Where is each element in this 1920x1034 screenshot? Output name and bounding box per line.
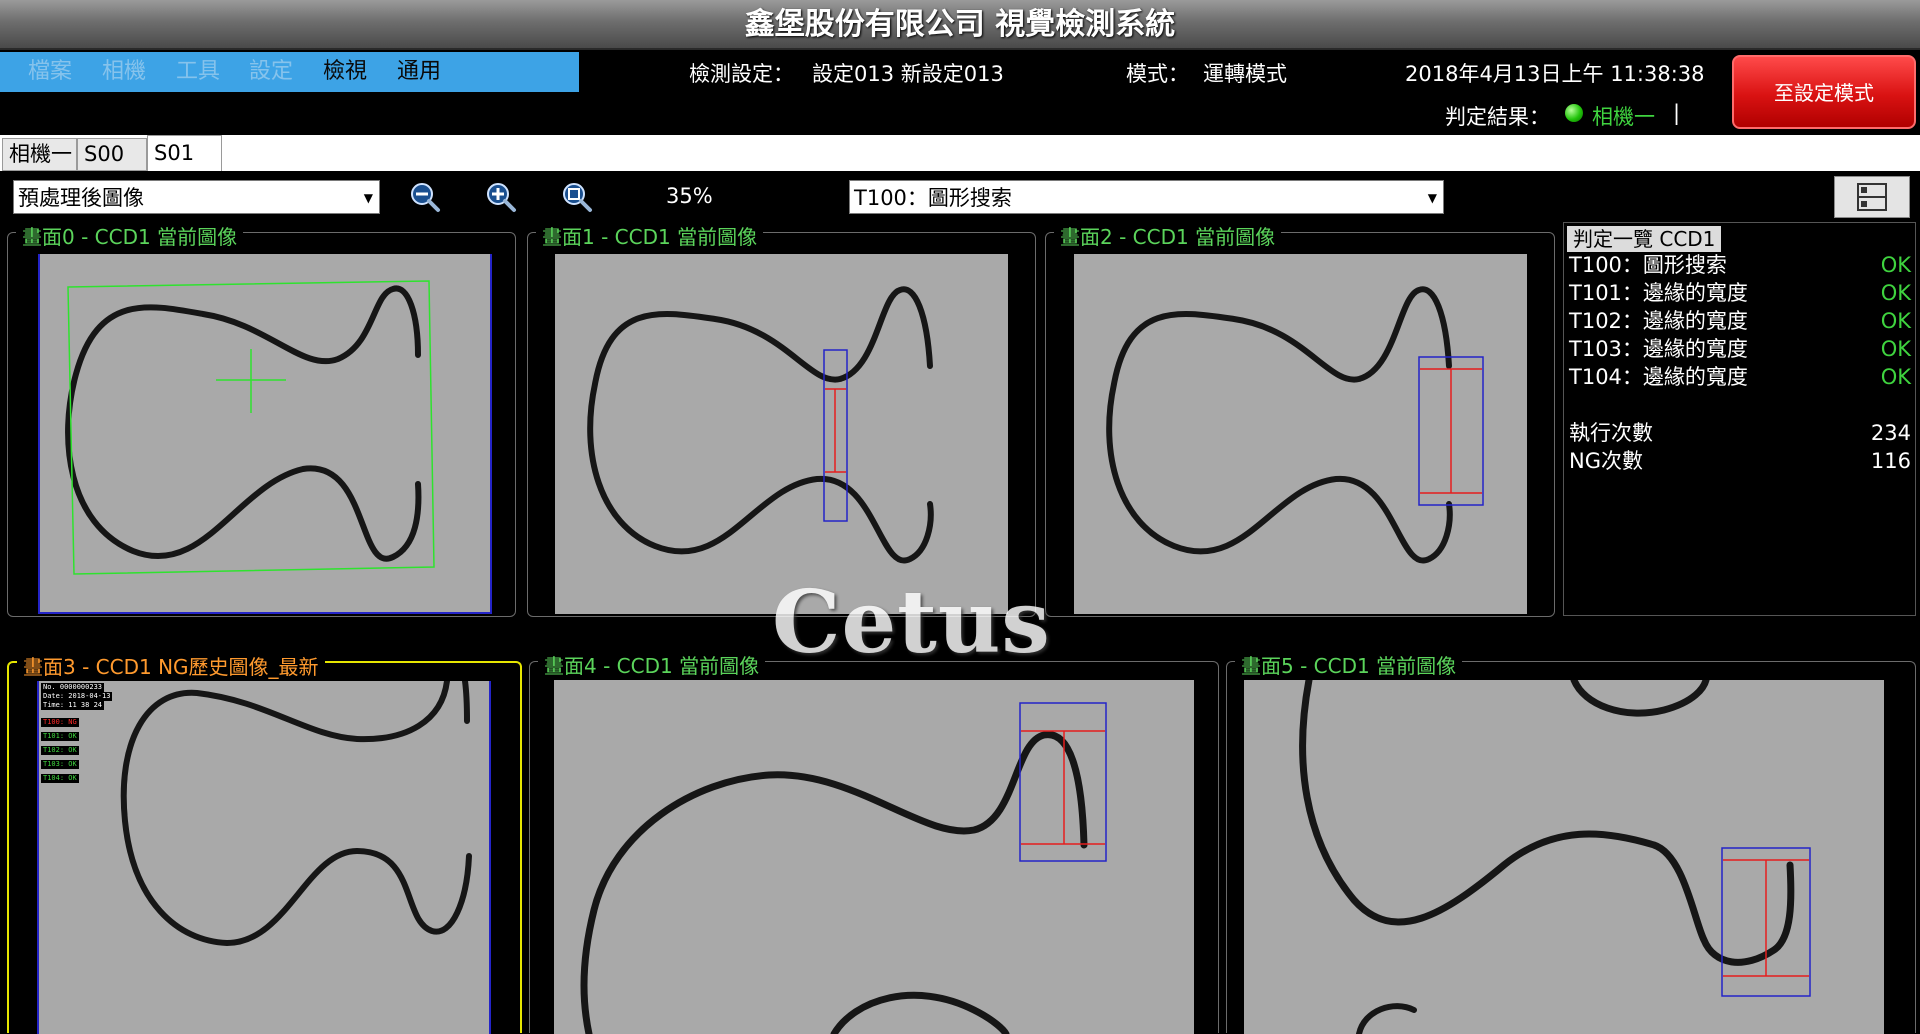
ng-overlay-date: Date: 2018-04-13 bbox=[41, 692, 113, 701]
panel-4: 畫面4 - CCD1 當前圖像 bbox=[529, 650, 1219, 1034]
ng-count-value: 116 bbox=[1870, 449, 1911, 473]
result-status: OK bbox=[1880, 309, 1911, 333]
ng-overlay-result: T100: NG bbox=[41, 718, 79, 727]
menu-general[interactable]: 通用 bbox=[397, 52, 441, 92]
panel-2: 畫面2 - CCD1 當前圖像 bbox=[1045, 221, 1555, 617]
zoom-in-icon[interactable] bbox=[485, 181, 517, 213]
panel-4-title: 畫面4 - CCD1 當前圖像 bbox=[538, 650, 766, 679]
result-row: T102：邊緣的寬度 OK bbox=[1569, 307, 1911, 335]
inspection-value: 設定013 新設定013 bbox=[812, 62, 1004, 86]
result-row: T103：邊緣的寬度 OK bbox=[1569, 335, 1911, 363]
results-panel: 判定一覽 CCD1 T100：圖形搜索 OK T101：邊緣的寬度 OK T10… bbox=[1563, 222, 1916, 616]
zoom-out-icon[interactable] bbox=[409, 181, 441, 213]
panel-0: 畫面0 - CCD1 當前圖像 bbox=[7, 221, 516, 617]
panel-2-title: 畫面2 - CCD1 當前圖像 bbox=[1054, 221, 1282, 250]
image-source-select[interactable]: 預處理後圖像 ▼ bbox=[13, 180, 380, 214]
menu-camera[interactable]: 相機 bbox=[102, 52, 146, 92]
result-row: T104：邊緣的寬度 OK bbox=[1569, 363, 1911, 391]
result-row: T101：邊緣的寬度 OK bbox=[1569, 279, 1911, 307]
panel-1: 畫面1 - CCD1 當前圖像 bbox=[527, 221, 1036, 617]
menu-tools[interactable]: 工具 bbox=[176, 52, 220, 92]
mode-value: 運轉模式 bbox=[1203, 62, 1287, 86]
ng-count-row: NG次數 116 bbox=[1569, 447, 1911, 475]
result-status: OK bbox=[1880, 253, 1911, 277]
ng-overlay-result: T102: OK bbox=[41, 746, 79, 755]
menu-bar: 檔案 相機 工具 設定 檢視 通用 bbox=[0, 52, 579, 92]
panel-1-image[interactable] bbox=[555, 254, 1008, 614]
ng-overlay-result: T104: OK bbox=[41, 774, 79, 783]
title-bar: 鑫堡股份有限公司 視覺檢測系統 bbox=[0, 0, 1920, 50]
result-status: OK bbox=[1880, 281, 1911, 305]
mode-label: 模式： bbox=[1126, 62, 1189, 86]
result-name: T104：邊緣的寬度 bbox=[1569, 365, 1748, 389]
menu-settings[interactable]: 設定 bbox=[249, 52, 293, 92]
dropdown-arrow-icon: ▼ bbox=[1427, 191, 1437, 205]
ng-overlay-number: No. 0000000233 bbox=[41, 683, 105, 692]
panel-0-title: 畫面0 - CCD1 當前圖像 bbox=[16, 221, 244, 250]
panel-5: 畫面5 - CCD1 當前圖像 bbox=[1226, 650, 1916, 1034]
result-status: OK bbox=[1880, 337, 1911, 361]
panel-4-image[interactable] bbox=[554, 680, 1194, 1034]
result-row: T100：圖形搜索 OK bbox=[1569, 251, 1911, 279]
panel-3-title: 畫面3 - CCD1 NG歷史圖像_最新 bbox=[17, 651, 325, 680]
tool-select[interactable]: T100：圖形搜索 ▼ bbox=[849, 180, 1444, 214]
results-title: 判定一覽 CCD1 bbox=[1567, 226, 1722, 252]
tab-bar bbox=[0, 135, 1920, 171]
run-count-row: 執行次數 234 bbox=[1569, 419, 1911, 447]
panel-0-image[interactable] bbox=[38, 254, 492, 614]
tab-camera-1[interactable]: 相機一 bbox=[2, 138, 77, 171]
cetus-watermark: Cetus bbox=[772, 572, 1051, 673]
ng-overlay-time: Time: 11 38 24 bbox=[41, 701, 105, 710]
result-cursor: | bbox=[1673, 101, 1681, 125]
panel-3: 畫面3 - CCD1 NG歷史圖像_最新 No. 0000000233 Date… bbox=[7, 651, 522, 1034]
datetime: 2018年4月13日上午 11:38:38 bbox=[1405, 62, 1705, 86]
tab-s01[interactable]: S01 bbox=[147, 135, 222, 171]
panel-2-image[interactable] bbox=[1074, 254, 1527, 614]
ng-overlay-result: T103: OK bbox=[41, 760, 79, 769]
setup-mode-button[interactable]: 至設定模式 bbox=[1732, 55, 1916, 129]
ng-overlay-result: T101: OK bbox=[41, 732, 79, 741]
result-name: T102：邊緣的寬度 bbox=[1569, 309, 1748, 333]
image-source-value: 預處理後圖像 bbox=[18, 186, 144, 210]
result-status: OK bbox=[1880, 365, 1911, 389]
zoom-value: 35% bbox=[666, 184, 713, 208]
run-count-label: 執行次數 bbox=[1569, 421, 1653, 445]
window-title: 鑫堡股份有限公司 視覺檢測系統 bbox=[744, 7, 1176, 42]
panel-5-image[interactable] bbox=[1244, 680, 1884, 1034]
layout-icon bbox=[1857, 183, 1887, 211]
inspection-label: 檢測設定： bbox=[689, 62, 794, 86]
result-label: 判定結果： bbox=[1445, 105, 1550, 129]
menu-view[interactable]: 檢視 bbox=[323, 52, 367, 92]
panel-5-title: 畫面5 - CCD1 當前圖像 bbox=[1235, 650, 1463, 679]
result-name: T103：邊緣的寬度 bbox=[1569, 337, 1748, 361]
panel-1-title: 畫面1 - CCD1 當前圖像 bbox=[536, 221, 764, 250]
tab-s00[interactable]: S00 bbox=[77, 138, 147, 171]
tool-select-value: T100：圖形搜索 bbox=[854, 186, 1012, 210]
layout-button[interactable] bbox=[1834, 176, 1910, 218]
dropdown-arrow-icon: ▼ bbox=[363, 191, 373, 205]
panel-3-image[interactable]: No. 0000000233 Date: 2018-04-13 Time: 11… bbox=[37, 681, 491, 1034]
ng-count-label: NG次數 bbox=[1569, 449, 1643, 473]
run-count-value: 234 bbox=[1870, 421, 1911, 445]
result-name: T101：邊緣的寬度 bbox=[1569, 281, 1748, 305]
result-name: T100：圖形搜索 bbox=[1569, 253, 1727, 277]
menu-file[interactable]: 檔案 bbox=[28, 52, 72, 92]
result-ok-led-icon bbox=[1565, 104, 1583, 122]
result-camera: 相機一 bbox=[1592, 105, 1655, 129]
zoom-fit-icon[interactable] bbox=[561, 181, 593, 213]
